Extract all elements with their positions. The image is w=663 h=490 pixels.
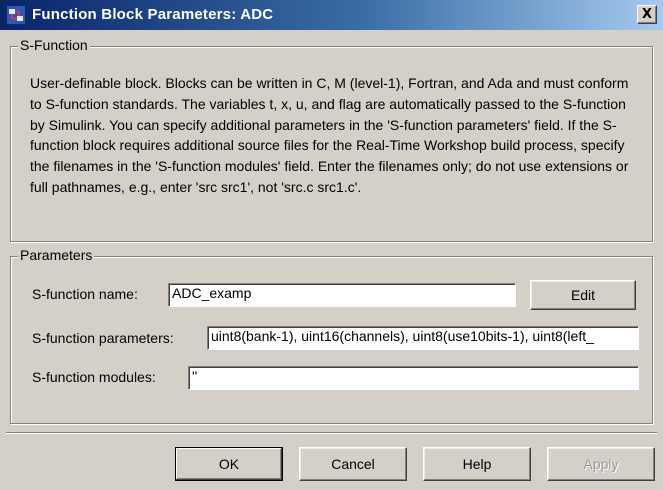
title-bar[interactable]: Function Block Parameters: ADC X	[0, 0, 663, 30]
simulink-block-icon	[7, 6, 25, 24]
parameters-legend: Parameters	[18, 247, 95, 263]
sfunction-parameters-label: S-function parameters:	[32, 330, 174, 346]
sfunction-modules-input[interactable]: ''	[188, 366, 639, 390]
cancel-button[interactable]: Cancel	[299, 447, 407, 481]
sfunction-legend: S-Function	[18, 37, 90, 53]
help-button[interactable]: Help	[423, 447, 531, 481]
window-title: Function Block Parameters: ADC	[32, 6, 274, 23]
close-icon[interactable]: X	[637, 5, 657, 24]
sfunction-name-input[interactable]: ADC_examp	[168, 283, 516, 307]
apply-button[interactable]: Apply	[547, 447, 655, 481]
sfunction-name-label: S-function name:	[32, 286, 138, 302]
button-separator	[6, 432, 657, 434]
sfunction-parameters-input[interactable]: uint8(bank-1), uint16(channels), uint8(u…	[207, 326, 639, 350]
ok-button[interactable]: OK	[175, 447, 283, 481]
edit-button[interactable]: Edit	[530, 280, 636, 310]
sfunction-modules-label: S-function modules:	[32, 369, 156, 385]
sfunction-description: User-definable block. Blocks can be writ…	[30, 75, 629, 195]
